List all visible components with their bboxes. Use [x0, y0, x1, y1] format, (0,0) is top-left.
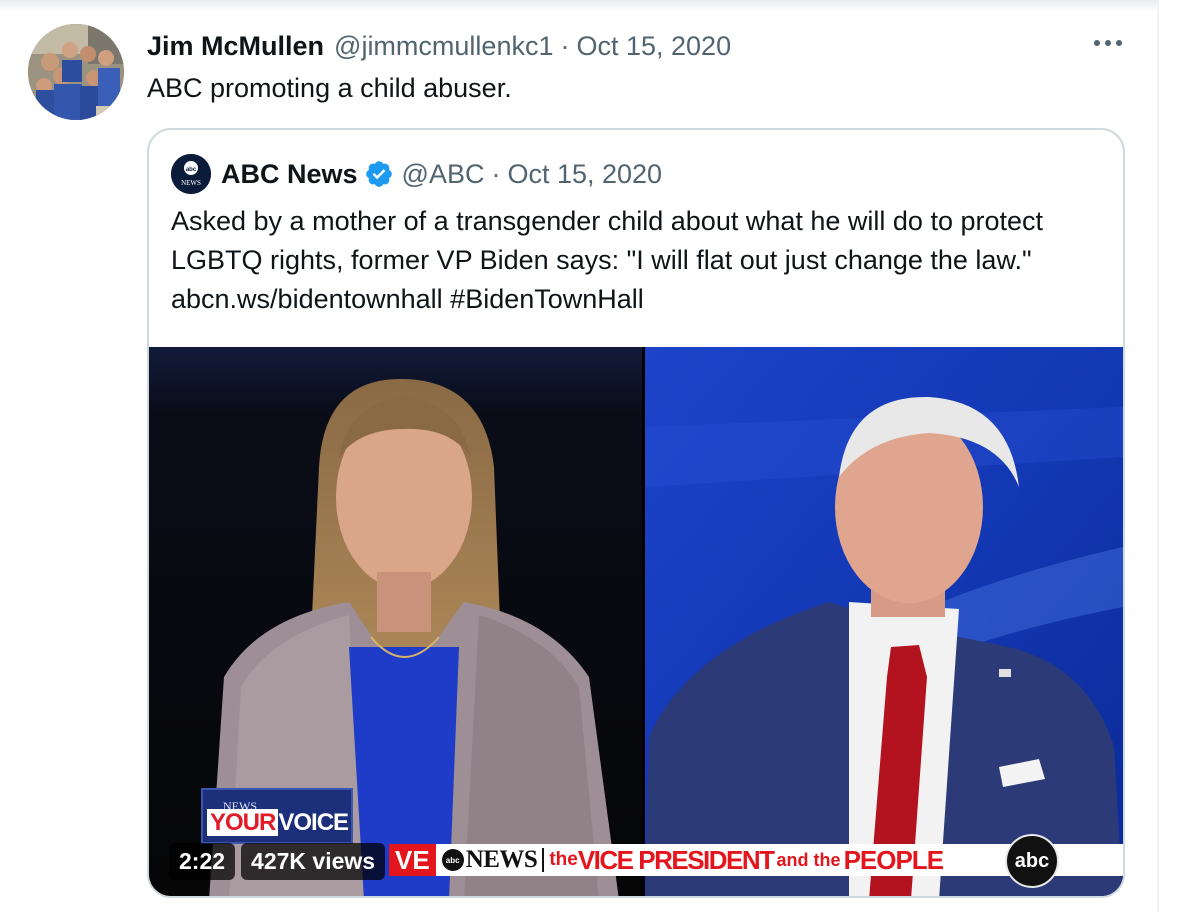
more-options-button[interactable] [1088, 30, 1128, 56]
author-handle[interactable]: @jimmcmullenkc1 [334, 31, 553, 62]
quoted-author-display-name[interactable]: ABC News [221, 159, 358, 190]
ticker-the: the [549, 849, 578, 870]
ticker-people: PEOPLE [843, 844, 944, 875]
author-display-name[interactable]: Jim McMullen [147, 31, 324, 62]
quoted-separator-dot: · [491, 158, 501, 189]
ticker-abc-logo: abc [441, 849, 464, 871]
ticker-separator [542, 848, 545, 872]
ticker-vice-president: VICE PRESIDENT [577, 844, 775, 875]
ticker-live-tag: VE [389, 844, 436, 876]
ticker-news-label: NEWS [465, 846, 538, 873]
ticker-and-the: and the [776, 849, 841, 870]
author-avatar[interactable] [28, 24, 124, 120]
tweet-timestamp[interactable]: Oct 15, 2020 [576, 31, 731, 62]
tweet-header: Jim McMullen @jimmcmullenkc1 · Oct 15, 2… [147, 26, 731, 66]
your-voice-title: YOUR VOICE [207, 809, 349, 837]
separator-dot: · [560, 30, 570, 61]
quoted-tweet-timestamp[interactable]: Oct 15, 2020 [507, 159, 662, 190]
svg-text:NEWS: NEWS [181, 179, 201, 187]
quoted-tweet-header: abc NEWS ABC News @ABC · Oct 15, 2020 [171, 154, 662, 194]
abc-logo-bug: abc [1005, 834, 1059, 888]
video-view-count: 427K views [241, 842, 386, 880]
svg-text:abc: abc [186, 167, 197, 173]
quoted-tweet-card[interactable]: abc NEWS ABC News @ABC · Oct 15, 2020 As… [147, 128, 1125, 898]
tweet-text: ABC promoting a child abuser. [147, 73, 512, 103]
more-horizontal-icon [1094, 40, 1122, 46]
video-player[interactable]: NEWS YOUR VOICE VE abc NEWS the VICE PRES… [149, 347, 1123, 896]
right-margin [1159, 0, 1200, 913]
abc-news-avatar: abc NEWS [171, 154, 211, 194]
your-voice-voice: VOICE [278, 809, 349, 836]
your-voice-your: YOUR [207, 809, 279, 836]
top-edge-shadow [0, 0, 1160, 12]
verified-badge-icon [364, 159, 394, 189]
quoted-tweet-text: Asked by a mother of a transgender child… [171, 206, 1044, 314]
quoted-author-handle[interactable]: @ABC [402, 159, 485, 190]
video-meta: 2:22 427K views [169, 841, 386, 881]
video-duration: 2:22 [169, 842, 236, 880]
